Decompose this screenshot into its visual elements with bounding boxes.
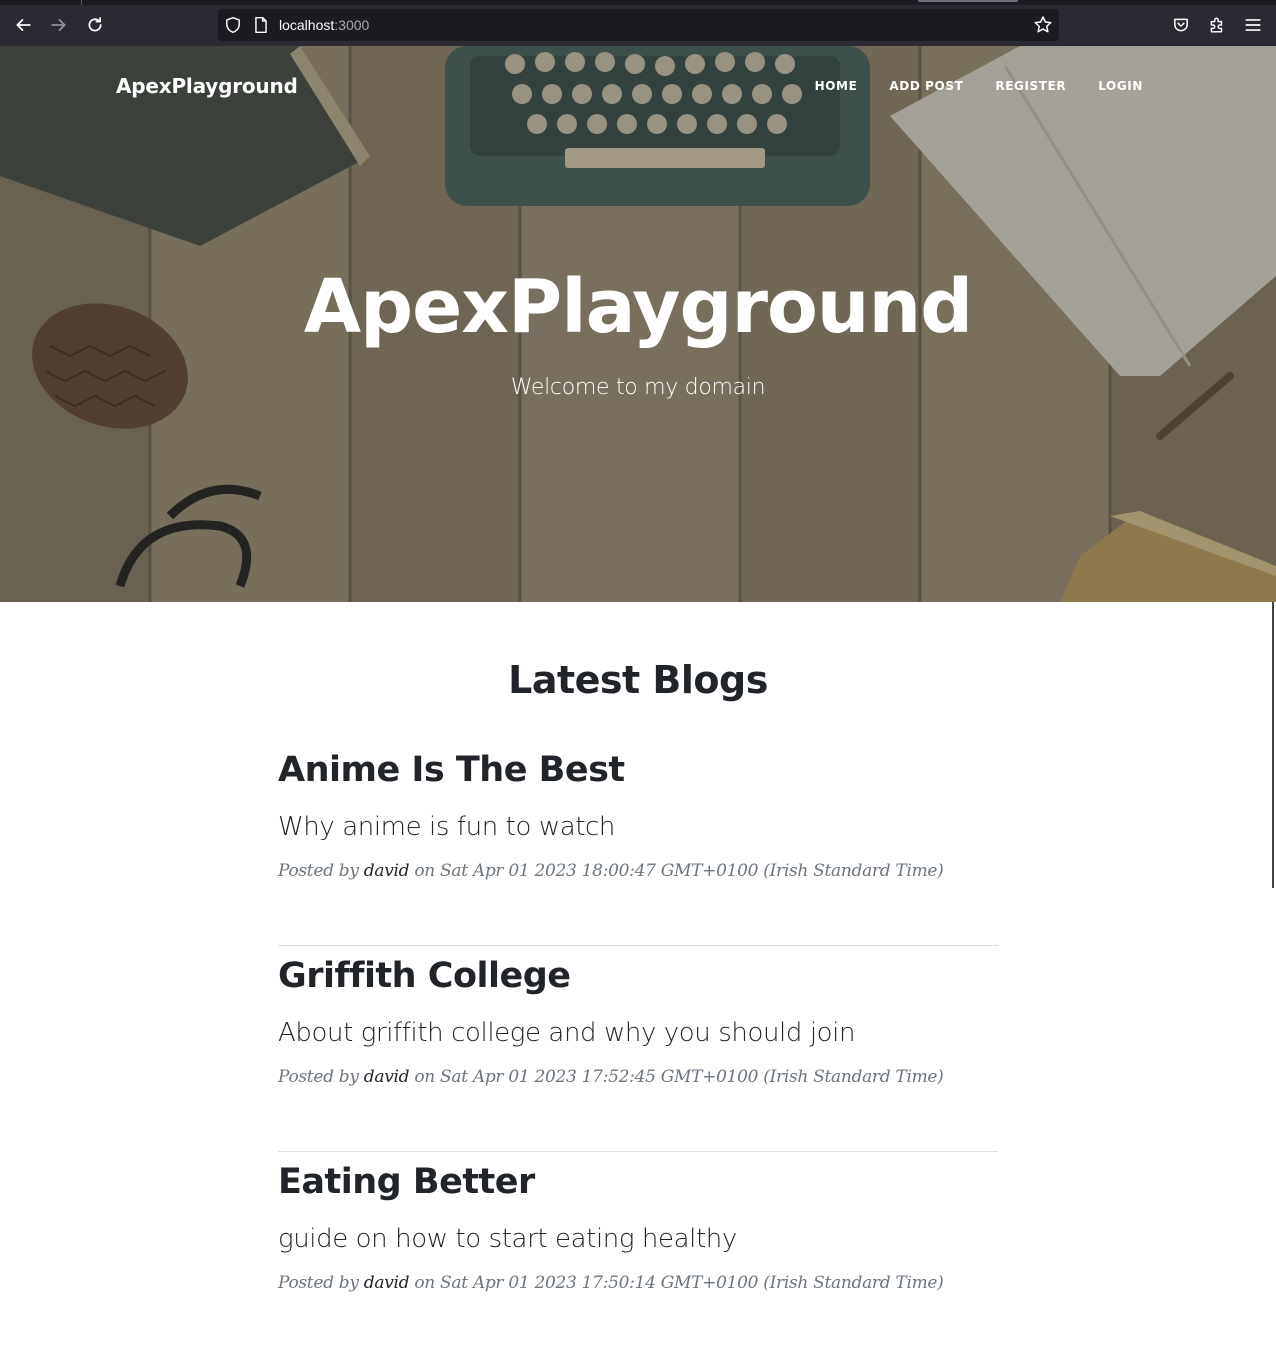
shield-icon[interactable] <box>224 16 242 34</box>
post-preview[interactable]: Eating Better guide on how to start eati… <box>278 1152 998 1351</box>
post-date: on Sat Apr 01 2023 17:50:14 GMT+0100 (Ir… <box>414 1273 944 1293</box>
post-title[interactable]: Eating Better <box>278 1162 535 1202</box>
scrollbar[interactable] <box>1272 602 1274 888</box>
pocket-icon <box>1174 18 1188 32</box>
post-title[interactable]: Griffith College <box>278 956 571 996</box>
post-author[interactable]: david <box>364 861 410 881</box>
post-preview[interactable]: Griffith College About griffith college … <box>278 946 998 1152</box>
active-tab-indicator[interactable] <box>918 0 1018 2</box>
forward-button[interactable] <box>45 11 73 39</box>
menu-icon <box>1245 19 1261 31</box>
post-title[interactable]: Anime Is The Best <box>278 750 625 790</box>
posted-by-label: Posted by <box>278 1273 359 1293</box>
post-author[interactable]: david <box>364 1067 410 1087</box>
nav-login[interactable]: LOGIN <box>1098 79 1143 93</box>
reload-icon <box>88 17 102 32</box>
post-meta: Posted by david on Sat Apr 01 2023 17:52… <box>278 1067 944 1087</box>
extensions-icon <box>1210 17 1223 33</box>
post-preview[interactable]: Anime Is The Best Why anime is fun to wa… <box>278 740 998 946</box>
forward-arrow-icon <box>51 19 66 31</box>
extensions-button[interactable] <box>1203 11 1231 39</box>
url-port: :3000 <box>334 17 370 33</box>
nav-add-post[interactable]: ADD POST <box>889 79 963 93</box>
star-icon[interactable] <box>1033 15 1053 35</box>
section-title: Latest Blogs <box>508 658 768 702</box>
back-button[interactable] <box>9 11 37 39</box>
browser-toolbar: localhost:3000 <box>0 5 1276 46</box>
url-host: localhost <box>279 17 335 33</box>
hero-title: ApexPlayground <box>303 264 973 350</box>
post-meta: Posted by david on Sat Apr 01 2023 17:50… <box>278 1273 944 1293</box>
hero-subtitle: Welcome to my domain <box>510 375 766 400</box>
post-subtitle[interactable]: About griffith college and why you shoul… <box>278 1018 855 1048</box>
menu-button[interactable] <box>1239 11 1267 39</box>
nav-register[interactable]: REGISTER <box>995 79 1066 93</box>
post-subtitle[interactable]: guide on how to start eating healthy <box>278 1224 737 1254</box>
url-text[interactable]: localhost:3000 <box>279 16 369 34</box>
post-meta: Posted by david on Sat Apr 01 2023 18:00… <box>278 861 944 881</box>
post-date: on Sat Apr 01 2023 17:52:45 GMT+0100 (Ir… <box>414 1067 944 1087</box>
main-nav: HOME ADD POST REGISTER LOGIN <box>783 79 1143 93</box>
back-arrow-icon <box>16 19 31 31</box>
posted-by-label: Posted by <box>278 1067 359 1087</box>
hero-header: ApexPlayground HOME ADD POST REGISTER LO… <box>0 46 1276 602</box>
nav-home[interactable]: HOME <box>815 79 858 93</box>
post-subtitle[interactable]: Why anime is fun to watch <box>278 812 615 842</box>
post-date: on Sat Apr 01 2023 18:00:47 GMT+0100 (Ir… <box>414 861 944 881</box>
pocket-button[interactable] <box>1167 11 1195 39</box>
address-bar[interactable]: localhost:3000 <box>218 9 1059 41</box>
reload-button[interactable] <box>81 11 109 39</box>
post-author[interactable]: david <box>364 1273 410 1293</box>
site-brand[interactable]: ApexPlayground <box>116 74 298 98</box>
posted-by-label: Posted by <box>278 861 359 881</box>
page-icon[interactable] <box>252 16 270 34</box>
